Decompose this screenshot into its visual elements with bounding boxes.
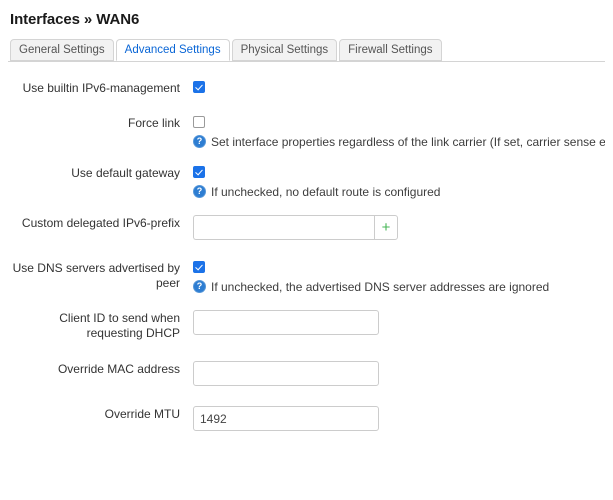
- advanced-settings-form: Use builtin IPv6-management Force link ?…: [8, 80, 605, 431]
- page-title: Interfaces » WAN6: [10, 11, 140, 28]
- custom-delegated-prefix-input[interactable]: [193, 215, 374, 240]
- checkbox-use-default-gateway[interactable]: [193, 166, 205, 178]
- field-row-override-mtu: Override MTU: [8, 406, 605, 431]
- help-text-force-link: Set interface properties regardless of t…: [211, 135, 605, 149]
- client-id-dhcp-input[interactable]: [193, 310, 379, 335]
- checkbox-use-builtin-ipv6[interactable]: [193, 81, 205, 93]
- field-row-use-dns-advertised: Use DNS servers advertised by peer ? If …: [8, 260, 605, 294]
- label-override-mac: Override MAC address: [57, 362, 180, 376]
- label-use-default-gateway: Use default gateway: [71, 166, 180, 180]
- tab-physical-settings[interactable]: Physical Settings: [231, 39, 338, 61]
- field-row-client-id-dhcp: Client ID to send when requesting DHCP: [8, 310, 605, 341]
- field-row-force-link: Force link ? Set interface properties re…: [8, 115, 605, 149]
- field-force-link: ? Set interface properties regardless of…: [180, 115, 605, 149]
- field-use-default-gateway: ? If unchecked, no default route is conf…: [180, 165, 605, 199]
- help-icon: ?: [193, 280, 206, 293]
- input-group-custom-delegated-prefix: +: [193, 215, 398, 240]
- add-prefix-button[interactable]: +: [374, 215, 398, 240]
- field-override-mtu: [180, 406, 605, 431]
- override-mac-input[interactable]: [193, 361, 379, 386]
- help-icon: ?: [193, 185, 206, 198]
- field-row-use-default-gateway: Use default gateway ? If unchecked, no d…: [8, 165, 605, 199]
- label-override-mtu: Override MTU: [104, 407, 180, 421]
- field-use-builtin-ipv6: [180, 80, 605, 93]
- checkbox-use-dns-advertised[interactable]: [193, 261, 205, 273]
- help-use-default-gateway: ? If unchecked, no default route is conf…: [193, 185, 605, 199]
- field-row-use-builtin-ipv6: Use builtin IPv6-management: [8, 80, 605, 96]
- label-use-builtin-ipv6: Use builtin IPv6-management: [22, 81, 180, 95]
- override-mtu-input[interactable]: [193, 406, 379, 431]
- tab-advanced-settings[interactable]: Advanced Settings: [115, 39, 230, 61]
- field-override-mac: [180, 361, 605, 386]
- help-text-use-default-gateway: If unchecked, no default route is config…: [211, 185, 441, 199]
- label-use-dns-advertised: Use DNS servers advertised by peer: [12, 261, 180, 290]
- help-force-link: ? Set interface properties regardless of…: [193, 135, 605, 149]
- field-custom-delegated-prefix: +: [180, 215, 605, 240]
- help-use-dns-advertised: ? If unchecked, the advertised DNS serve…: [193, 280, 605, 294]
- interface-config-page: Interfaces » WAN6 General Settings Advanc…: [0, 0, 613, 500]
- label-custom-delegated-prefix: Custom delegated IPv6-prefix: [21, 216, 180, 230]
- settings-tabs: General Settings Advanced Settings Physica…: [8, 38, 605, 62]
- help-icon: ?: [193, 135, 206, 148]
- help-text-use-dns-advertised: If unchecked, the advertised DNS server …: [211, 280, 550, 294]
- field-row-override-mac: Override MAC address: [8, 361, 605, 386]
- checkbox-force-link[interactable]: [193, 116, 205, 128]
- field-row-custom-delegated-prefix: Custom delegated IPv6-prefix +: [8, 215, 605, 240]
- field-client-id-dhcp: [180, 310, 605, 335]
- tab-general-settings[interactable]: General Settings: [10, 39, 114, 61]
- tab-firewall-settings[interactable]: Firewall Settings: [339, 39, 442, 61]
- label-force-link: Force link: [127, 116, 180, 130]
- field-use-dns-advertised: ? If unchecked, the advertised DNS serve…: [180, 260, 605, 294]
- label-client-id-dhcp: Client ID to send when requesting DHCP: [59, 311, 180, 340]
